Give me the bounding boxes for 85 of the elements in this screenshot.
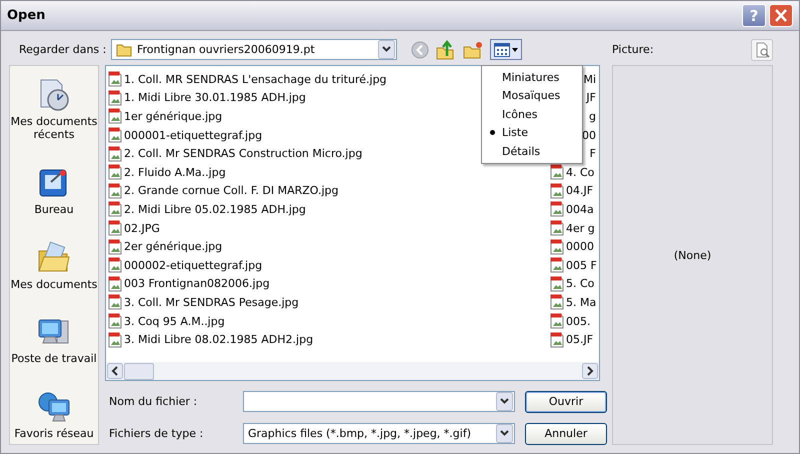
image-file-icon (550, 220, 564, 236)
file-item[interactable]: 003 Frontignan082006.jpg (108, 274, 550, 294)
close-icon[interactable] (769, 4, 793, 27)
file-item[interactable]: 04.JF (550, 182, 598, 200)
file-item[interactable]: 02.JPG (108, 218, 550, 238)
image-file-icon (550, 294, 564, 310)
view-menu-button[interactable] (490, 39, 522, 60)
image-file-icon (108, 276, 122, 292)
file-item[interactable]: 004a (550, 200, 598, 219)
image-file-icon (108, 257, 122, 274)
menu-item[interactable]: Icônes (482, 105, 582, 124)
menu-item-label: Mosaïques (502, 89, 560, 102)
file-item[interactable]: 05.JF (550, 330, 598, 349)
image-file-icon (108, 332, 122, 348)
image-file-icon (108, 71, 122, 88)
image-file-icon (550, 201, 564, 218)
menu-item-label: Miniatures (502, 70, 560, 84)
places-item[interactable]: Mes documents (8, 240, 100, 290)
scroll-right-icon[interactable] (582, 363, 598, 379)
menu-item[interactable]: Miniatures (482, 68, 582, 86)
preview-label: Picture: (612, 43, 654, 56)
folder-up-icon[interactable] (436, 40, 456, 60)
file-type-label: Fichiers de type : (109, 427, 204, 440)
horizontal-scrollbar[interactable] (106, 362, 599, 380)
places-item[interactable]: Poste de travail (8, 315, 100, 366)
file-item[interactable]: 2. Grande cornue Coll. F. DI MARZO.jpg (108, 182, 550, 200)
image-file-icon (108, 220, 122, 236)
image-file-icon (108, 182, 122, 199)
open-button[interactable]: Ouvrir (525, 390, 607, 412)
file-item[interactable]: 0000 (550, 237, 598, 256)
image-file-icon (108, 90, 122, 106)
image-file-icon (550, 182, 564, 199)
new-folder-icon[interactable] (463, 40, 483, 60)
file-item[interactable]: 4er g (550, 218, 598, 238)
network-computer-icon (37, 390, 71, 424)
image-file-icon (108, 108, 122, 124)
image-file-icon (550, 238, 564, 255)
file-item[interactable]: 2. Midi Libre 05.02.1985 ADH.jpg (108, 200, 550, 219)
places-item[interactable]: Mes documents récents (8, 78, 100, 141)
file-item[interactable]: 4. Co (550, 162, 598, 182)
image-file-icon (108, 146, 122, 162)
back-icon[interactable] (411, 40, 429, 58)
folder-icon (116, 42, 132, 56)
image-file-icon (108, 201, 122, 218)
file-item[interactable]: 2. Fluido A.Ma..jpg (108, 162, 550, 182)
image-file-icon (550, 257, 564, 274)
file-item[interactable]: 005. (550, 312, 598, 330)
look-in-dropdown[interactable]: Frontignan ouvriers20060919.pt (111, 39, 397, 60)
file-item[interactable]: 3. Coq 95 A.M..jpg (108, 312, 550, 330)
image-file-icon (550, 332, 564, 348)
file-name-field[interactable] (243, 391, 515, 412)
file-name-label: Nom du fichier : (109, 395, 198, 408)
menu-item[interactable]: Détails (482, 142, 582, 160)
file-item[interactable]: 000002-etiquettegraf.jpg (108, 256, 550, 275)
menu-item-label: Détails (502, 144, 540, 158)
image-file-icon (108, 238, 122, 255)
image-file-icon (108, 127, 122, 144)
scroll-thumb[interactable] (124, 362, 154, 380)
menu-item-label: Icônes (502, 108, 538, 121)
preview-text: (None) (674, 248, 712, 262)
places-item[interactable]: Bureau (8, 166, 100, 216)
file-item[interactable]: 5. Co (550, 274, 598, 294)
menu-item-label: Liste (502, 126, 528, 140)
scroll-left-icon[interactable] (107, 363, 123, 379)
cancel-button[interactable]: Annuler (525, 422, 607, 444)
preview-icon[interactable] (751, 38, 773, 60)
file-item[interactable]: 3. Coll. Mr SENDRAS Pesage.jpg (108, 293, 550, 312)
image-file-icon (108, 294, 122, 310)
look-in-label: Regarder dans : (18, 43, 108, 56)
grid-view-icon (494, 42, 510, 56)
file-item[interactable]: 3. Midi Libre 08.02.1985 ADH2.jpg (108, 330, 550, 349)
menu-item[interactable]: Liste (482, 124, 582, 142)
caret-icon (512, 48, 518, 52)
file-item[interactable]: 5. Ma (550, 293, 598, 312)
folder-icon (37, 240, 71, 274)
places-item[interactable]: Favoris réseau (8, 390, 100, 440)
image-file-icon (108, 164, 122, 180)
image-file-icon (108, 313, 122, 330)
menu-item[interactable]: Mosaïques (482, 86, 582, 105)
file-item[interactable]: 2er générique.jpg (108, 237, 550, 256)
window-title: Open (7, 8, 46, 23)
image-file-icon (550, 276, 564, 292)
file-type-dropdown[interactable]: Graphics files (*.bmp, *.jpg, *.jpeg, *.gif) (243, 423, 515, 444)
file-item[interactable]: 005 F (550, 256, 598, 275)
image-file-icon (550, 313, 564, 330)
